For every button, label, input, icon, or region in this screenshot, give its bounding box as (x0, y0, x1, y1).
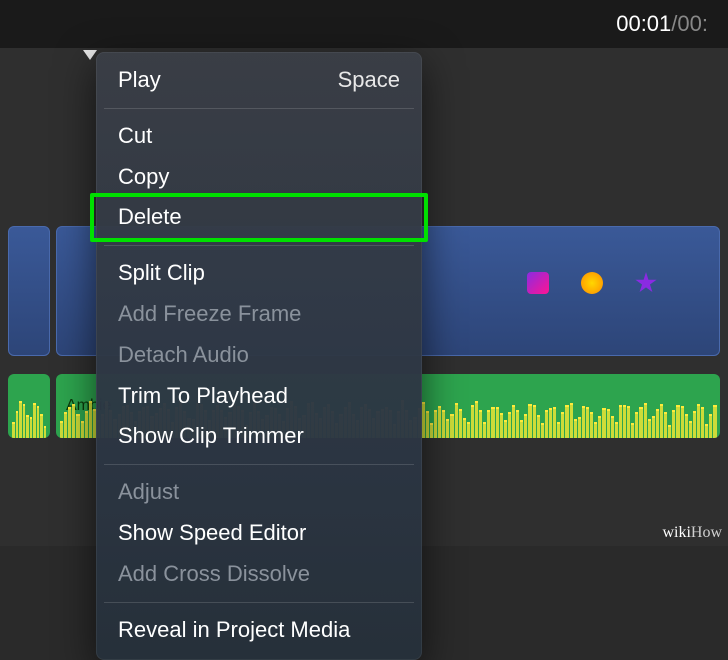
menu-item-detach-audio: Detach Audio (96, 335, 422, 376)
menu-separator (104, 602, 414, 603)
menu-item-label: Show Speed Editor (118, 518, 306, 549)
menu-separator (104, 108, 414, 109)
star-icon (633, 272, 659, 298)
menu-item-delete[interactable]: Delete (96, 197, 422, 238)
menu-item-reveal-in-project-media[interactable]: Reveal in Project Media (96, 610, 422, 651)
menu-item-show-speed-editor[interactable]: Show Speed Editor (96, 513, 422, 554)
menu-item-label: Cut (118, 121, 152, 152)
menu-item-trim-to-playhead[interactable]: Trim To Playhead (96, 376, 422, 417)
watermark: wikiHow (662, 524, 722, 542)
menu-item-label: Trim To Playhead (118, 381, 288, 412)
menu-item-label: Show Clip Trimmer (118, 421, 304, 452)
context-menu[interactable]: Play Space Cut Copy Delete Split Clip Add Free… (96, 52, 422, 660)
watermark-text: How (691, 524, 722, 541)
menu-separator (104, 464, 414, 465)
menu-item-label: Detach Audio (118, 340, 249, 371)
menu-item-cut[interactable]: Cut (96, 116, 422, 157)
clip-thumbnail-icons (525, 272, 659, 298)
watermark-text: wiki (662, 524, 690, 541)
menu-item-label: Add Cross Dissolve (118, 559, 310, 590)
menu-item-label: Add Freeze Frame (118, 299, 301, 330)
audio-clip[interactable] (8, 374, 50, 438)
menu-item-label: Reveal in Project Media (118, 615, 350, 646)
menu-item-show-clip-trimmer[interactable]: Show Clip Trimmer (96, 416, 422, 457)
menu-item-copy[interactable]: Copy (96, 157, 422, 198)
menu-item-split-clip[interactable]: Split Clip (96, 253, 422, 294)
waveform (8, 402, 50, 438)
menu-item-label: Play (118, 65, 161, 96)
playhead-marker-icon[interactable] (83, 50, 97, 60)
menu-item-label: Split Clip (118, 258, 205, 289)
playback-time-bar: 00:01 / 00: (0, 0, 728, 48)
menu-item-add-freeze-frame: Add Freeze Frame (96, 294, 422, 335)
menu-item-label: Adjust (118, 477, 179, 508)
clapperboard-icon (525, 272, 551, 298)
video-clip[interactable] (8, 226, 50, 356)
total-time: 00: (677, 11, 708, 37)
menu-item-label: Copy (118, 162, 169, 193)
disc-icon (579, 272, 605, 298)
menu-item-play[interactable]: Play Space (96, 60, 422, 101)
menu-item-adjust: Adjust (96, 472, 422, 513)
menu-item-shortcut: Space (338, 65, 400, 96)
menu-item-label: Delete (118, 202, 182, 233)
current-time: 00:01 (616, 11, 671, 37)
menu-item-add-cross-dissolve: Add Cross Dissolve (96, 554, 422, 595)
menu-separator (104, 245, 414, 246)
